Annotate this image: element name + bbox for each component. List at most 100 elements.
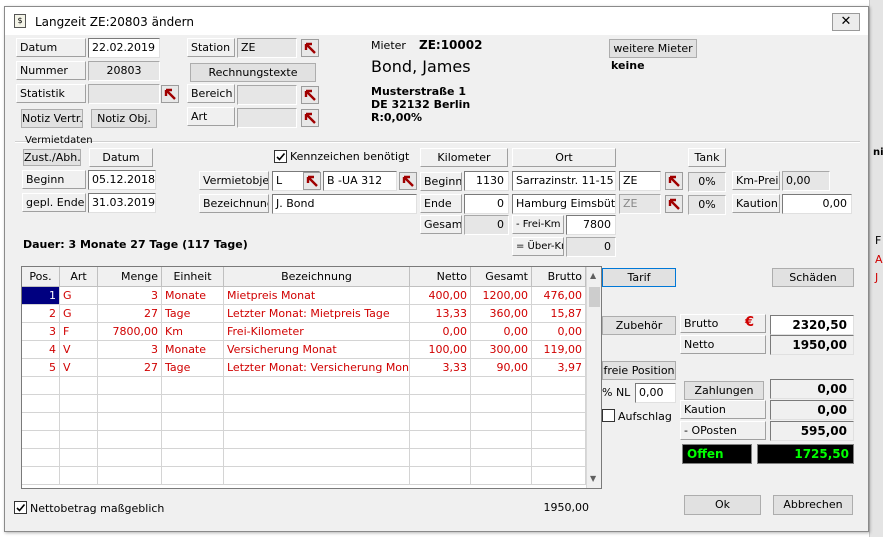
table-cell-menge[interactable] <box>98 377 162 395</box>
table-cell-menge[interactable] <box>98 449 162 467</box>
table-cell-menge[interactable]: 7800,00 <box>98 323 162 341</box>
table-cell-pos[interactable] <box>22 467 60 485</box>
notiz-obj-button[interactable]: Notiz Obj. <box>91 109 157 128</box>
beginn-date-field[interactable]: 05.12.2018 <box>88 170 156 190</box>
aufschlag-checkbox[interactable] <box>602 409 615 422</box>
table-cell-gesamt[interactable] <box>471 395 532 413</box>
bezeichnung-field[interactable]: J. Bond <box>272 194 417 214</box>
column-header[interactable]: Netto <box>410 267 471 287</box>
nettobetrag-checkbox[interactable] <box>14 501 27 514</box>
table-cell-einheit[interactable] <box>162 449 224 467</box>
table-cell-gesamt[interactable]: 90,00 <box>471 359 532 377</box>
table-cell-netto[interactable] <box>410 449 471 467</box>
column-header[interactable]: Brutto <box>532 267 586 287</box>
table-cell-art[interactable]: F <box>60 323 98 341</box>
scroll-down-icon[interactable]: ▼ <box>590 474 596 483</box>
kaution-field[interactable]: 0,00 <box>782 194 852 214</box>
table-cell-menge[interactable]: 3 <box>98 287 162 305</box>
km-ende-field[interactable]: 0 <box>464 194 509 214</box>
table-cell-gesamt[interactable] <box>471 431 532 449</box>
table-cell-menge[interactable]: 27 <box>98 305 162 323</box>
column-header[interactable]: Bezeichnung <box>224 267 410 287</box>
table-cell-art[interactable] <box>60 377 98 395</box>
table-cell-art[interactable]: V <box>60 341 98 359</box>
table-cell-pos[interactable]: 4 <box>22 341 60 359</box>
objekt-type-select-button[interactable] <box>303 172 321 190</box>
table-scrollbar[interactable]: ▲ ▼ <box>586 267 601 488</box>
table-cell-brutto[interactable] <box>532 395 586 413</box>
table-cell-gesamt[interactable] <box>471 413 532 431</box>
table-cell-brutto[interactable]: 119,00 <box>532 341 586 359</box>
table-cell-menge[interactable] <box>98 413 162 431</box>
scroll-up-icon[interactable]: ▲ <box>590 271 596 280</box>
table-cell-bez[interactable]: Frei-Kilometer <box>224 323 410 341</box>
table-cell-bez[interactable] <box>224 413 410 431</box>
column-header[interactable]: Gesamt <box>471 267 532 287</box>
freie-position-button[interactable]: freie Position <box>602 361 676 380</box>
statistik-select-button[interactable] <box>161 85 179 103</box>
statistik-field[interactable] <box>88 84 160 104</box>
table-cell-art[interactable] <box>60 431 98 449</box>
table-cell-menge[interactable] <box>98 431 162 449</box>
table-cell-brutto[interactable] <box>532 377 586 395</box>
table-cell-netto[interactable] <box>410 467 471 485</box>
rechnungstexte-button[interactable]: Rechnungstexte <box>190 63 316 82</box>
table-cell-einheit[interactable]: Tage <box>162 305 224 323</box>
table-cell-einheit[interactable] <box>162 377 224 395</box>
table-cell-gesamt[interactable]: 0,00 <box>471 323 532 341</box>
table-cell-gesamt[interactable]: 1200,00 <box>471 287 532 305</box>
weitere-mieter-button[interactable]: weitere Mieter <box>609 39 697 58</box>
table-cell-netto[interactable]: 100,00 <box>410 341 471 359</box>
table-cell-art[interactable] <box>60 413 98 431</box>
table-cell-gesamt[interactable] <box>471 467 532 485</box>
zubehoer-button[interactable]: Zubehör <box>602 316 676 335</box>
ort-beginn-select-button[interactable] <box>665 172 683 190</box>
table-cell-bez[interactable] <box>224 395 410 413</box>
table-cell-netto[interactable]: 13,33 <box>410 305 471 323</box>
column-header[interactable]: Pos. <box>22 267 60 287</box>
table-cell-pos[interactable]: 3 <box>22 323 60 341</box>
column-header[interactable]: Menge <box>98 267 162 287</box>
table-cell-menge[interactable] <box>98 467 162 485</box>
table-cell-einheit[interactable] <box>162 431 224 449</box>
zust-abh-button[interactable]: Zust./Abh. <box>23 149 81 166</box>
ok-button[interactable]: Ok <box>684 495 761 515</box>
table-cell-netto[interactable]: 400,00 <box>410 287 471 305</box>
table-cell-brutto[interactable] <box>532 431 586 449</box>
table-cell-brutto[interactable] <box>532 449 586 467</box>
table-cell-gesamt[interactable]: 300,00 <box>471 341 532 359</box>
table-cell-pos[interactable]: 5 <box>22 359 60 377</box>
table-cell-pos[interactable]: 2 <box>22 305 60 323</box>
table-cell-einheit[interactable] <box>162 467 224 485</box>
table-cell-einheit[interactable]: Km <box>162 323 224 341</box>
ort-ende-select-button[interactable] <box>665 195 683 213</box>
table-cell-menge[interactable] <box>98 395 162 413</box>
table-cell-netto[interactable] <box>410 377 471 395</box>
table-cell-einheit[interactable]: Monate <box>162 287 224 305</box>
table-cell-netto[interactable] <box>410 395 471 413</box>
table-cell-brutto[interactable] <box>532 467 586 485</box>
table-cell-pos[interactable]: 1 <box>22 287 60 305</box>
kennzeichen-field[interactable]: B -UA 312 <box>323 171 397 191</box>
ort-ende-field[interactable]: Hamburg Eimsbüttel <box>512 194 616 214</box>
table-cell-bez[interactable] <box>224 431 410 449</box>
notiz-vertr-button[interactable]: Notiz Vertr. <box>21 109 83 128</box>
table-cell-brutto[interactable]: 15,87 <box>532 305 586 323</box>
art-select-button[interactable] <box>301 109 319 127</box>
km-beginn-field[interactable]: 1130 <box>464 171 509 191</box>
table-cell-einheit[interactable] <box>162 395 224 413</box>
close-button[interactable]: ✕ <box>832 13 860 31</box>
gepl-ende-date-field[interactable]: 31.03.2019 <box>88 193 156 213</box>
abbrechen-button[interactable]: Abbrechen <box>773 495 853 515</box>
table-cell-bez[interactable] <box>224 449 410 467</box>
table-cell-netto[interactable] <box>410 413 471 431</box>
table-cell-pos[interactable] <box>22 431 60 449</box>
table-cell-menge[interactable]: 3 <box>98 341 162 359</box>
table-cell-pos[interactable] <box>22 413 60 431</box>
table-cell-bez[interactable]: Mietpreis Monat <box>224 287 410 305</box>
table-cell-einheit[interactable] <box>162 413 224 431</box>
table-cell-menge[interactable]: 27 <box>98 359 162 377</box>
column-header[interactable]: Art <box>60 267 98 287</box>
bereich-select-button[interactable] <box>301 86 319 104</box>
nl-field[interactable]: 0,00 <box>635 383 676 403</box>
